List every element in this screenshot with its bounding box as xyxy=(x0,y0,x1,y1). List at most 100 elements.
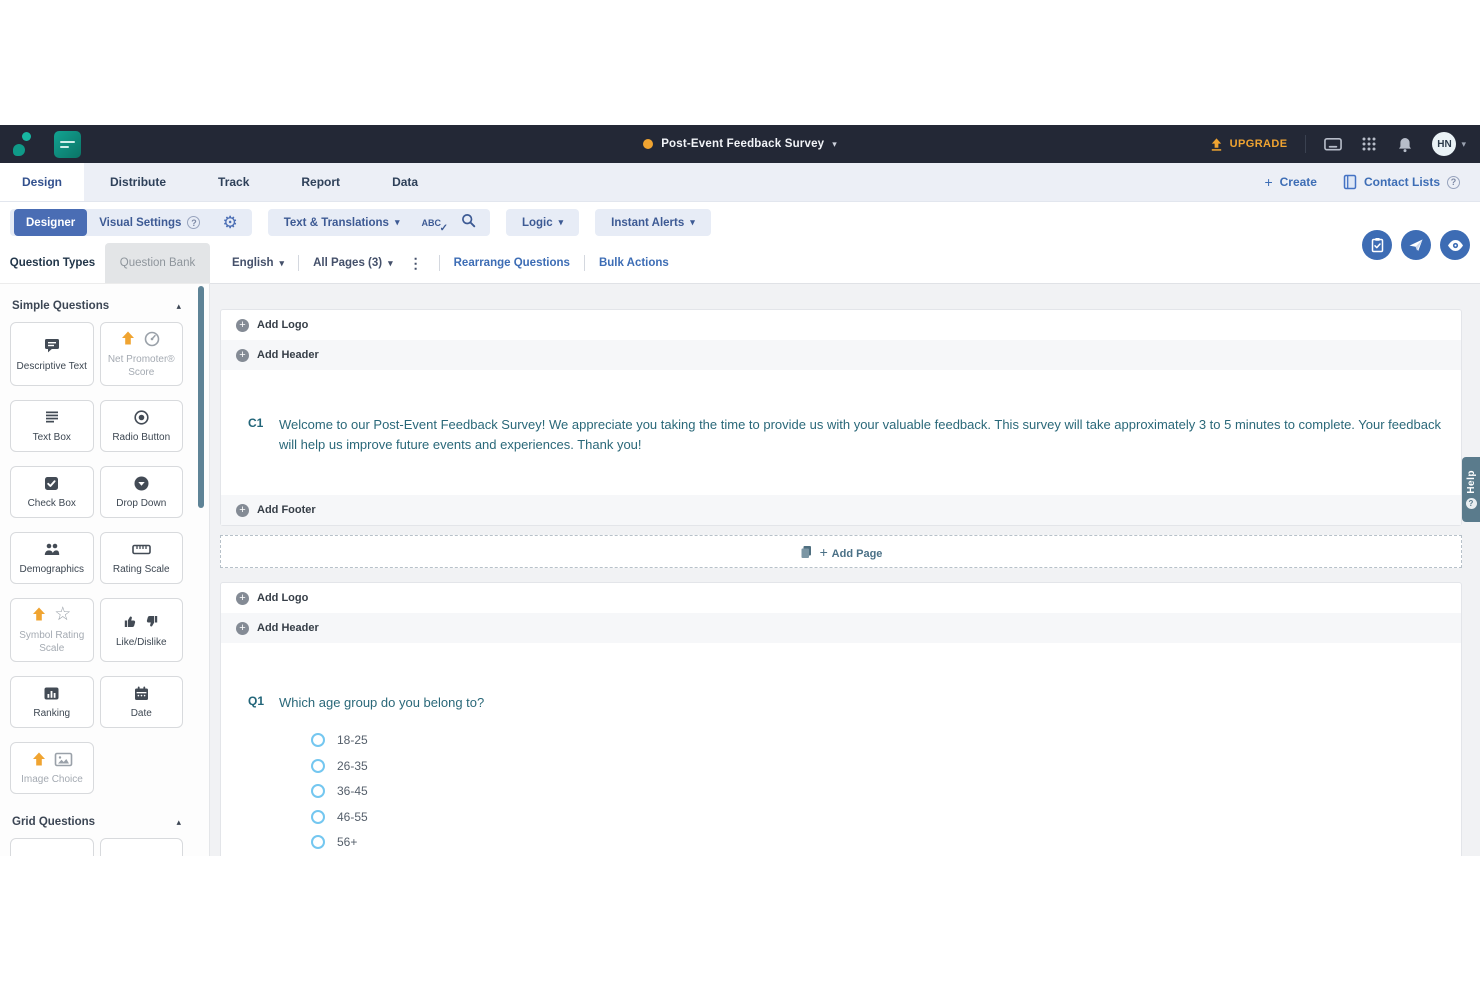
option-18-25[interactable]: 18-25 xyxy=(311,727,1461,753)
qtype-radio-button[interactable]: Radio Button xyxy=(100,400,184,452)
tab-distribute[interactable]: Distribute xyxy=(84,163,192,201)
grid-questions-section-header[interactable]: Grid Questions ▴ xyxy=(10,812,183,838)
add-logo-button-p1[interactable]: + Add Logo xyxy=(221,310,1461,340)
sidebar-scrollbar[interactable] xyxy=(198,286,204,508)
sidebar-tabs: Question Types Question Bank xyxy=(0,243,210,283)
tile-label: Date xyxy=(131,707,152,720)
plus-circle-icon: + xyxy=(236,319,249,332)
option-26-35[interactable]: 26-35 xyxy=(311,753,1461,779)
create-button[interactable]: + Create xyxy=(1264,174,1317,190)
add-logo-button-p2[interactable]: + Add Logo xyxy=(221,583,1461,613)
add-logo-label: Add Logo xyxy=(257,592,308,604)
people-icon xyxy=(43,542,61,557)
find-replace-icon[interactable] xyxy=(451,213,486,233)
apps-grid-icon[interactable] xyxy=(1360,135,1378,153)
qtype-text-box[interactable]: Text Box xyxy=(10,400,94,452)
plus-circle-icon: + xyxy=(236,622,249,635)
text-translations-dropdown[interactable]: Text & Translations ▾ xyxy=(272,209,412,236)
visual-settings-label: Visual Settings xyxy=(99,217,181,229)
option-56-plus[interactable]: 56+ xyxy=(311,829,1461,855)
radio-circle-icon[interactable] xyxy=(311,810,325,824)
survey-title-chevron-down-icon[interactable]: ▾ xyxy=(832,140,837,149)
tab-report[interactable]: Report xyxy=(275,163,366,201)
language-label: English xyxy=(232,257,274,269)
designer-button[interactable]: Designer xyxy=(14,209,87,236)
visual-settings-button[interactable]: Visual Settings ? xyxy=(87,209,212,236)
dropdown-icon xyxy=(133,475,150,492)
qtype-ranking[interactable]: Ranking xyxy=(10,676,94,728)
clipboard-check-icon xyxy=(1370,237,1385,253)
rearrange-questions-link[interactable]: Rearrange Questions xyxy=(454,257,570,269)
add-header-button-p2[interactable]: + Add Header xyxy=(221,613,1461,643)
radio-circle-icon[interactable] xyxy=(311,835,325,849)
option-46-55[interactable]: 46-55 xyxy=(311,804,1461,830)
radio-circle-icon[interactable] xyxy=(311,733,325,747)
logo-dot xyxy=(22,132,31,141)
workspace-icon[interactable] xyxy=(54,131,81,158)
tab-design[interactable]: Design xyxy=(0,163,84,201)
tab-track[interactable]: Track xyxy=(192,163,275,201)
question-q1[interactable]: Q1 Which age group do you belong to? xyxy=(221,643,1461,725)
collapse-chevron-up-icon: ▴ xyxy=(176,817,181,828)
qtype-drop-down[interactable]: Drop Down xyxy=(100,466,184,518)
premium-upgrade-arrow-icon xyxy=(121,331,135,346)
brand-logo-icon[interactable] xyxy=(12,132,32,156)
add-footer-button-p1[interactable]: + Add Footer xyxy=(221,495,1461,525)
canvas-fab-group xyxy=(1362,230,1470,260)
visual-settings-help-icon: ? xyxy=(187,216,200,229)
publish-send-button[interactable] xyxy=(1401,230,1431,260)
gear-icon[interactable]: ⚙ xyxy=(212,213,247,233)
qtype-image-choice[interactable]: Image Choice xyxy=(10,742,94,794)
user-menu[interactable]: HN ▾ xyxy=(1432,132,1466,156)
language-dropdown[interactable]: English ▾ xyxy=(232,257,284,269)
option-36-45[interactable]: 36-45 xyxy=(311,778,1461,804)
plus-icon: + xyxy=(1264,174,1272,190)
spellcheck-button[interactable]: ABC ✓ xyxy=(411,218,451,228)
kebab-menu-icon[interactable]: ⋮ xyxy=(407,255,425,272)
qtype-like-dislike[interactable]: Like/Dislike xyxy=(100,598,184,662)
contact-lists-help-icon[interactable]: ? xyxy=(1447,176,1460,189)
qtype-net-promoter-score[interactable]: Net Promoter® Score xyxy=(100,322,184,386)
star-icon: ☆ xyxy=(54,606,71,624)
tab-question-bank[interactable]: Question Bank xyxy=(105,243,210,283)
radio-circle-icon[interactable] xyxy=(311,784,325,798)
bulk-actions-link[interactable]: Bulk Actions xyxy=(599,257,669,269)
question-c1[interactable]: C1 Welcome to our Post-Event Feedback Su… xyxy=(221,370,1461,495)
qtype-check-box[interactable]: Check Box xyxy=(10,466,94,518)
add-header-button-p1[interactable]: + Add Header xyxy=(221,340,1461,370)
logic-dropdown[interactable]: Logic ▾ xyxy=(510,209,575,236)
contact-lists-button[interactable]: Contact Lists ? xyxy=(1343,174,1460,190)
qtype-tile-cutoff[interactable] xyxy=(10,838,94,856)
main-nav: Design Distribute Track Report Data + Cr… xyxy=(0,163,1480,202)
survey-canvas: + Add Logo + Add Header C1 Welcome to ou… xyxy=(210,283,1480,856)
radio-circle-icon[interactable] xyxy=(311,759,325,773)
tab-question-types[interactable]: Question Types xyxy=(0,243,105,283)
survey-builder-app: Post-Event Feedback Survey ▾ UPGRADE HN … xyxy=(0,0,1480,987)
preview-button[interactable] xyxy=(1440,230,1470,260)
add-page-button[interactable]: + Add Page xyxy=(220,535,1462,568)
option-label: 18-25 xyxy=(337,733,368,747)
display-mode-icon[interactable] xyxy=(1324,135,1342,153)
pages-icon xyxy=(800,545,813,559)
pages-chevron-down-icon: ▾ xyxy=(388,259,393,268)
upgrade-button[interactable]: UPGRADE xyxy=(1209,137,1288,152)
qtype-tile-cutoff[interactable] xyxy=(100,838,184,856)
notifications-bell-icon[interactable] xyxy=(1396,135,1414,153)
qtype-rating-scale[interactable]: Rating Scale xyxy=(100,532,184,584)
survey-page-2: + Add Logo + Add Header Q1 Which age gro… xyxy=(220,582,1462,856)
qtype-descriptive-text[interactable]: Descriptive Text xyxy=(10,322,94,386)
pages-dropdown[interactable]: All Pages (3) ▾ xyxy=(313,257,393,269)
simple-questions-section-header[interactable]: Simple Questions ▴ xyxy=(10,296,183,322)
add-page-label: + Add Page xyxy=(820,544,883,560)
review-checklist-button[interactable] xyxy=(1362,230,1392,260)
answer-options: 18-25 26-35 36-45 46-55 xyxy=(311,727,1461,855)
instant-alerts-dropdown[interactable]: Instant Alerts ▾ xyxy=(599,209,707,236)
create-label: Create xyxy=(1280,175,1317,189)
qtype-symbol-rating-scale[interactable]: ☆ Symbol Rating Scale xyxy=(10,598,94,662)
tab-data[interactable]: Data xyxy=(366,163,444,201)
qtype-date[interactable]: Date xyxy=(100,676,184,728)
qtype-demographics[interactable]: Demographics xyxy=(10,532,94,584)
tile-label: Ranking xyxy=(33,707,70,720)
help-tab[interactable]: Help ? xyxy=(1462,457,1480,522)
check-icon: ✓ xyxy=(440,223,448,234)
